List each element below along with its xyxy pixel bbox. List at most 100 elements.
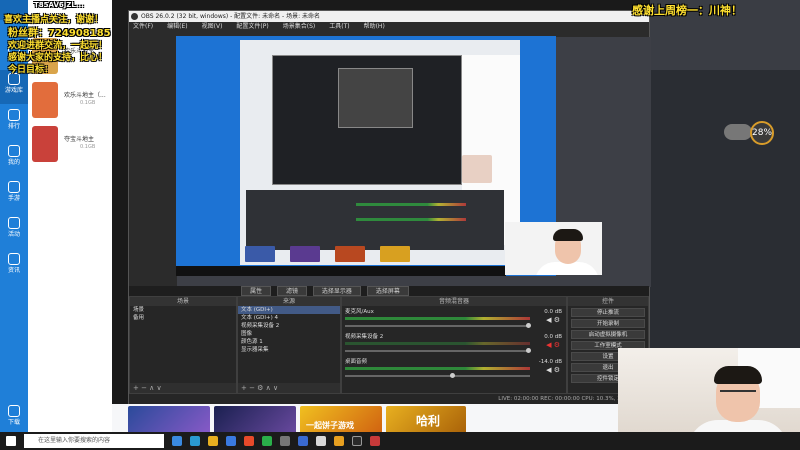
sources-dock: 来源 文本 (GDI+) 文本 (GDI+) 4 视频采集设备 2 图像 颜色源…	[237, 296, 341, 394]
menu-edit[interactable]: 编辑(E)	[167, 23, 187, 30]
game-size: 0.1GB	[80, 100, 96, 106]
screen-select-button[interactable]: 选择屏幕	[366, 286, 409, 296]
sidebar-item-news[interactable]: 资讯	[0, 250, 28, 284]
toggle-pill[interactable]	[724, 124, 752, 140]
volume-meter	[345, 367, 530, 370]
dock-title: 来源	[238, 297, 340, 306]
preview-meter	[356, 203, 466, 206]
dock-title: 控件	[568, 297, 648, 306]
gift-icon	[8, 217, 20, 229]
taskbar-search[interactable]: 在这里输入你要搜索的内容	[24, 434, 164, 448]
obs-logo-icon	[131, 13, 138, 20]
edge-icon[interactable]	[190, 436, 200, 446]
source-controls[interactable]: + − ⚙ ∧ ∨	[238, 383, 340, 393]
app-icon[interactable]	[316, 436, 326, 446]
source-item[interactable]: 文本 (GDI+)	[238, 306, 340, 314]
store-icon[interactable]	[226, 436, 236, 446]
menu-help[interactable]: 帮助(H)	[364, 23, 385, 30]
scene-controls[interactable]: + − ∧ ∨	[130, 383, 236, 393]
person-icon	[8, 145, 20, 157]
volume-slider[interactable]	[345, 325, 530, 327]
sidebar-item-mine[interactable]: 我的	[0, 142, 28, 176]
sidebar-item-download[interactable]: 下载	[0, 402, 28, 436]
banner-title: 一起饼子游戏	[306, 421, 354, 430]
source-item[interactable]: 视频采集设备 2	[238, 322, 340, 330]
window-title: OBS 26.0.2 (32 bit, windows) - 配置文件: 未命名…	[141, 13, 321, 20]
menu-scene-collection[interactable]: 场景集合(S)	[283, 23, 316, 30]
preview-thumb	[245, 246, 275, 262]
display-select[interactable]: 选择显示器	[312, 286, 361, 296]
windows-taskbar: 在这里输入你要搜索的内容	[0, 432, 800, 450]
scene-item[interactable]: 备用	[130, 314, 236, 322]
source-item[interactable]: 显示器采集	[238, 346, 340, 354]
audio-mixer-dock: 音频混音器 麦克风/Aux 0.0 dB 视频采集设备 2 0.0 dB 桌面音频 -…	[341, 296, 567, 394]
cpu-badge: 28%	[750, 121, 774, 145]
mixer-db-readout: -14.0 dB	[538, 359, 562, 365]
filters-button[interactable]: 滤镜	[276, 286, 307, 296]
menu-file[interactable]: 文件(F)	[133, 23, 153, 30]
preview-meter	[356, 218, 466, 221]
source-item[interactable]: 颜色源 1	[238, 338, 340, 346]
mixer-channel-name: 麦克风/Aux 0.0 dB	[345, 309, 562, 315]
volume-slider[interactable]	[345, 350, 530, 352]
muted-icon[interactable]: ◀ ⚙	[546, 341, 560, 349]
obs-taskbar-icon[interactable]	[352, 436, 362, 446]
mute-icon[interactable]: ◀ ⚙	[546, 366, 560, 374]
download-icon	[8, 405, 20, 417]
sidebar-item-mobile[interactable]: 手游	[0, 178, 28, 212]
source-toolbar: 属性 滤镜 选择显示器 选择屏幕	[129, 286, 649, 296]
thanks-banner: 感谢上周榜一：川神！	[632, 4, 742, 17]
user-id: T85AV6JZL...	[34, 1, 84, 9]
mixer-channel-name: 桌面音频 -14.0 dB	[345, 359, 562, 365]
sidebar-item-events[interactable]: 活动	[0, 214, 28, 248]
start-recording-button[interactable]: 开始录制	[571, 319, 645, 328]
source-item[interactable]: 文本 (GDI+) 4	[238, 314, 340, 322]
stop-streaming-button[interactable]: 停止推流	[571, 308, 645, 317]
game-name: 欢乐斗地主（...	[64, 92, 106, 99]
preview-taskbar	[176, 266, 506, 276]
preview-thumb	[380, 246, 410, 262]
windows-start-icon[interactable]	[6, 436, 16, 446]
volume-knob[interactable]	[526, 323, 531, 328]
desktop: 首页 游戏库 排行 我的 手游 活动 资讯 下载 欢乐斗地主 0.1GB 欢乐斗…	[0, 0, 800, 450]
obs-title-bar: OBS 26.0.2 (32 bit, windows) - 配置文件: 未命名…	[129, 11, 649, 22]
game-thumbnail	[32, 82, 58, 118]
preview-deep-nested	[338, 68, 413, 128]
app-icon[interactable]	[244, 436, 254, 446]
volume-knob[interactable]	[450, 373, 455, 378]
virtual-camera-button[interactable]: 启动虚拟摄像机	[571, 330, 645, 339]
volume-knob[interactable]	[526, 348, 531, 353]
menu-profile[interactable]: 配置文件(P)	[236, 23, 268, 30]
volume-slider[interactable]	[345, 375, 530, 377]
app-icon[interactable]	[262, 436, 272, 446]
menu-view[interactable]: 视图(V)	[202, 23, 223, 30]
source-item[interactable]: 图像	[238, 330, 340, 338]
mute-icon[interactable]: ◀ ⚙	[546, 316, 560, 324]
obs-status-bar: LIVE: 02:00:00 REC: 00:00:00 CPU: 10.3%,…	[129, 394, 649, 404]
app-icon[interactable]	[370, 436, 380, 446]
game-name: 夺宝斗地主	[64, 136, 95, 143]
dock-title: 场景	[130, 297, 236, 306]
taskview-icon[interactable]	[172, 436, 182, 446]
game-card[interactable]: 欢乐斗地主（... 0.1GB	[30, 82, 110, 122]
game-card[interactable]: 夺宝斗地主 0.1GB	[30, 126, 110, 166]
app-icon[interactable]	[298, 436, 308, 446]
sidebar-item-rank[interactable]: 排行	[0, 106, 28, 140]
volume-meter	[345, 342, 530, 345]
preview-webcam-large	[505, 222, 602, 275]
app-icon[interactable]	[334, 436, 344, 446]
mixer-db-readout: 0.0 dB	[544, 309, 562, 315]
sidebar-item-library[interactable]: 游戏库	[0, 70, 28, 104]
fan-group: 粉丝群：724908185	[8, 28, 111, 39]
trophy-icon	[8, 109, 20, 121]
overlay-line: 今日目标：	[8, 65, 54, 75]
folder-icon[interactable]	[208, 436, 218, 446]
banner-title: 哈利	[416, 414, 441, 428]
scene-item[interactable]: 场景	[130, 306, 236, 314]
mixer-channel-name: 视频采集设备 2 0.0 dB	[345, 334, 562, 340]
menu-tools[interactable]: 工具(T)	[329, 23, 349, 30]
phone-icon	[8, 181, 20, 193]
app-icon[interactable]	[280, 436, 290, 446]
volume-meter	[345, 317, 530, 320]
properties-button[interactable]: 属性	[241, 286, 272, 296]
